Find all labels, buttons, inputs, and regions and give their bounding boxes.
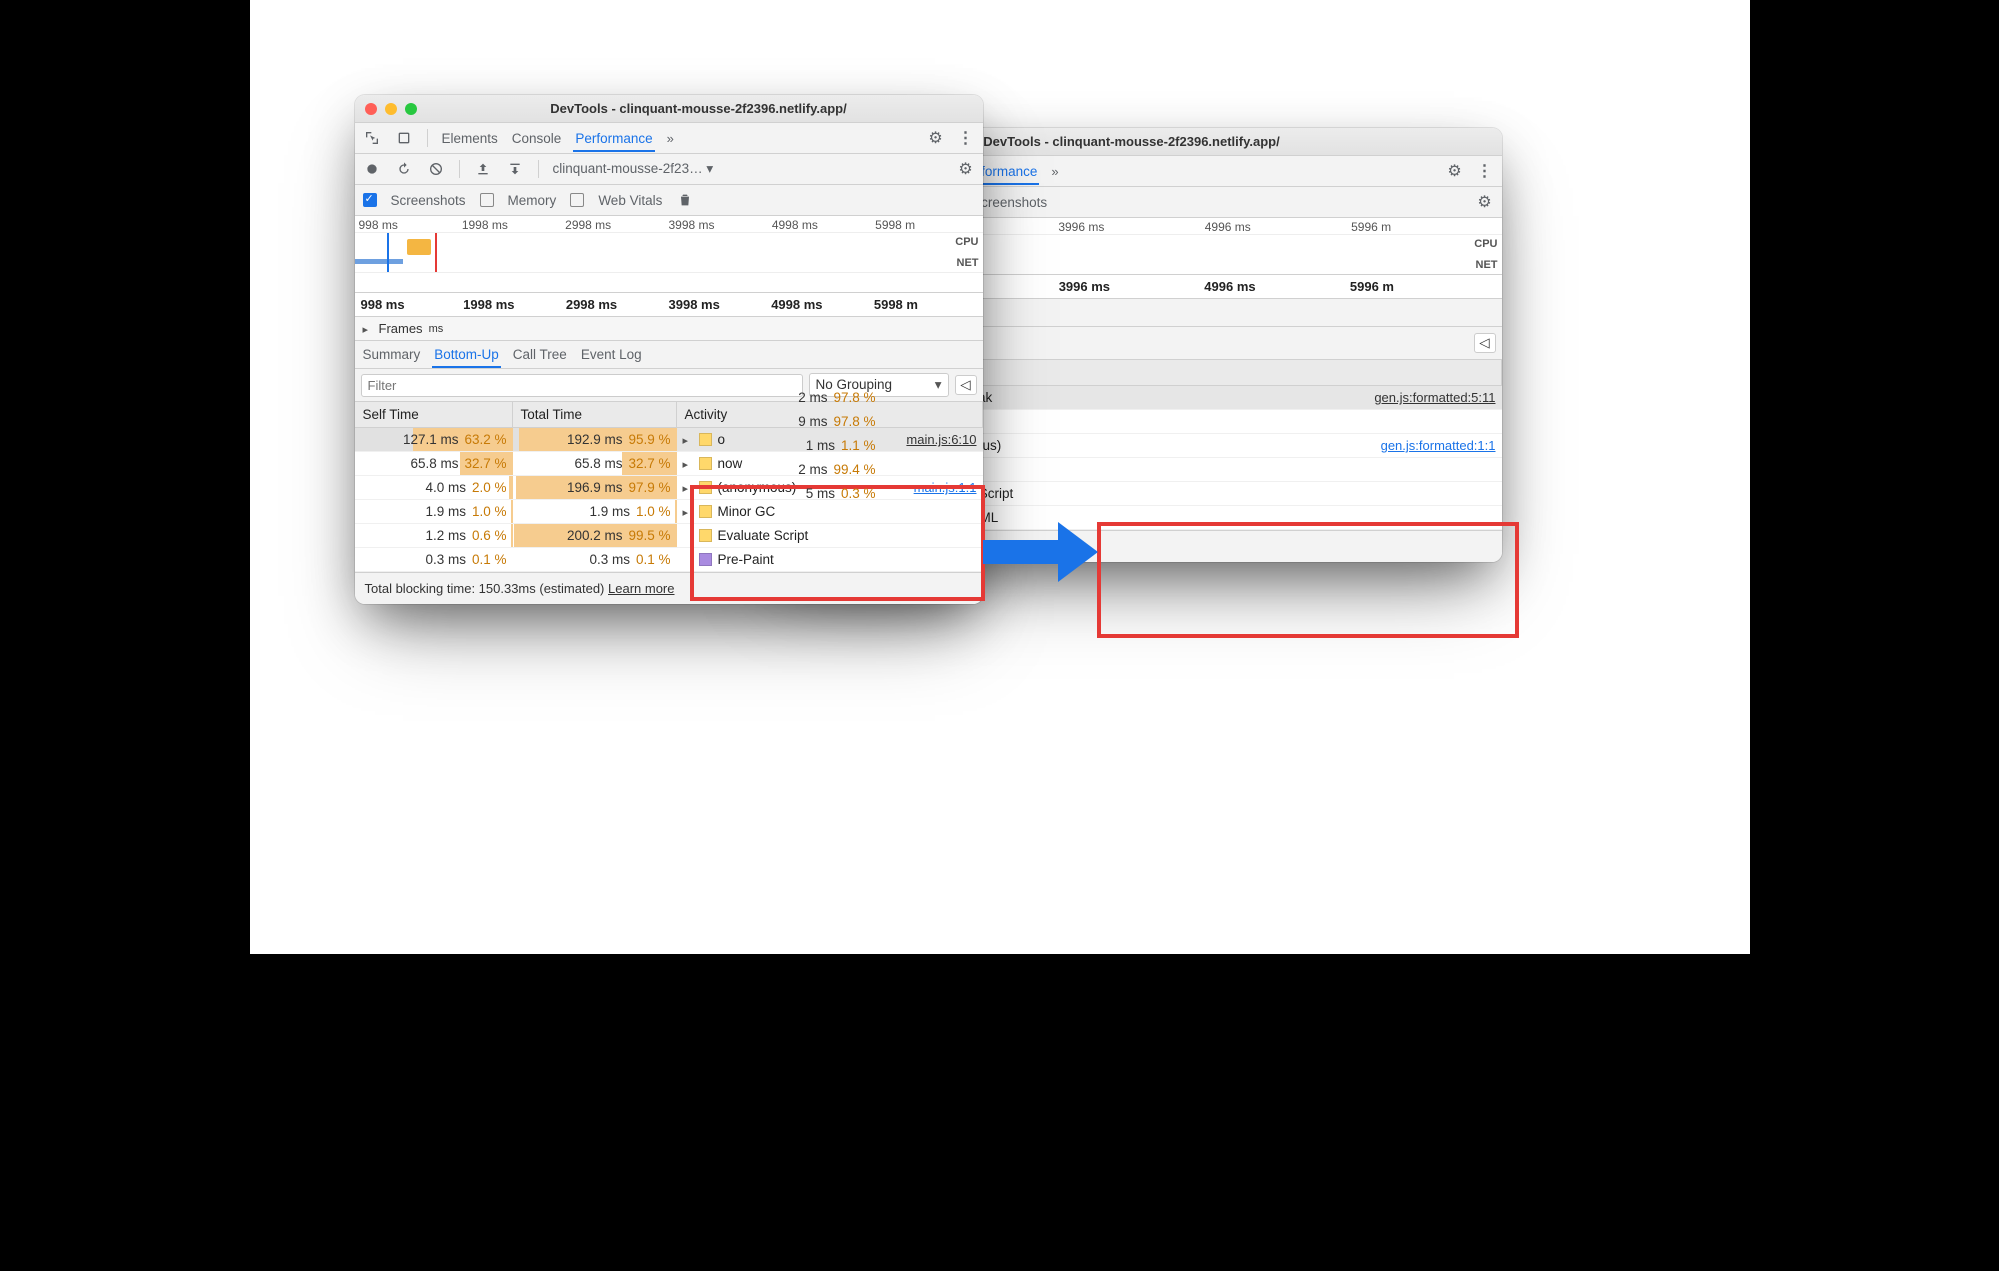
activity-name: Pre-Paint [718,552,774,567]
memory-label: Memory [508,193,557,208]
load-profile-icon[interactable] [474,160,492,178]
ruler-tick: 1998 ms [463,297,566,312]
activity-swatch-icon [699,433,712,446]
devtools-window-a: DevTools - clinquant-mousse-2f2396.netli… [355,95,983,604]
col-totaltime[interactable]: Total Time [513,402,677,427]
tick: 2998 ms [565,218,668,232]
clear-icon[interactable] [427,160,445,178]
tick: 4998 ms [772,218,875,232]
tabs-overflow-icon[interactable] [667,131,674,146]
subtab-summary[interactable]: Summary [363,347,421,362]
save-profile-icon[interactable] [506,160,524,178]
activity-swatch-icon [699,457,712,470]
screenshots-label: Screenshots [391,193,466,208]
table-row[interactable]: 0.3 ms0.1 %0.3 ms0.1 %Pre-Paint [355,548,983,572]
settings-icon[interactable] [927,129,945,147]
tick: 5998 m [875,218,978,232]
record-icon[interactable] [363,160,381,178]
tab-console[interactable]: Console [512,131,562,146]
perf-settings-icon[interactable] [1476,193,1494,211]
frames-ms: ms [429,323,444,335]
tick: 1998 ms [462,218,565,232]
learn-more-link[interactable]: Learn more [1015,539,1081,554]
ruler-tick: 998 ms [361,297,464,312]
url-select[interactable]: clinquant-mousse-2f23… ▾ [553,161,714,177]
tick: 3996 ms [1058,220,1204,234]
net-label: NET [957,257,979,269]
device-mode-icon[interactable] [395,129,413,147]
source-link[interactable]: main.js:1:1 [914,480,977,495]
ruler-tick: 2998 ms [566,297,669,312]
activity-name: Minor GC [718,504,776,519]
window-title: DevTools - clinquant-mousse-2f2396.netli… [425,101,973,116]
ruler-tick: 3996 ms [1059,279,1205,294]
maximize-icon[interactable] [405,103,417,115]
settings-icon[interactable] [1446,162,1464,180]
close-icon[interactable] [365,103,377,115]
ruler-tick: 4996 ms [1204,279,1350,294]
activity-name: (anonymous) [718,480,797,495]
activity-swatch-icon [699,553,712,566]
webvitals-label: Web Vitals [598,193,662,208]
cpu-label: CPU [955,236,978,248]
trash-icon[interactable] [676,191,694,209]
table-row[interactable]: 1.2 ms0.6 %200.2 ms99.5 %Evaluate Script [355,524,983,548]
activity-swatch-icon [699,481,712,494]
perf-settings-icon[interactable] [957,160,975,178]
blocking-time: Total blocking time: 150.33ms (estimated… [365,581,605,596]
ruler-tick: 4998 ms [771,297,874,312]
screenshots-checkbox[interactable] [363,193,377,207]
subtab-bottomup[interactable]: Bottom-Up [434,347,499,362]
tab-performance[interactable]: Performance [575,131,652,146]
frames-disclose-icon[interactable] [363,321,373,336]
activity-name: now [718,456,743,471]
disclose-icon[interactable] [683,480,693,495]
details-toggle-icon[interactable]: ◁ [955,375,977,395]
details-toggle-icon[interactable]: ◁ [1474,333,1496,353]
activity-swatch-icon [699,529,712,542]
minimize-icon[interactable] [385,103,397,115]
tick: 998 ms [359,218,462,232]
reload-icon[interactable] [395,160,413,178]
source-link[interactable]: gen.js:formatted:5:11 [1374,390,1495,405]
learn-more-link[interactable]: Learn more [608,581,674,596]
frames-label: Frames [379,321,423,336]
net-label: NET [1476,259,1498,271]
activity-swatch-icon [699,505,712,518]
disclose-icon[interactable] [683,456,693,471]
inspect-element-icon[interactable] [363,129,381,147]
tab-elements[interactable]: Elements [442,131,498,146]
disclose-icon[interactable] [683,504,693,519]
activity-name: o [718,432,726,447]
kebab-menu-icon[interactable] [957,129,975,147]
disclose-icon[interactable] [683,432,693,447]
screenshots-label: Screenshots [972,195,1047,210]
subtab-calltree[interactable]: Call Tree [513,347,567,362]
tabs-overflow-icon[interactable] [1051,164,1058,179]
activity-name: Evaluate Script [718,528,809,543]
column-headers: Self Time Total Time Activity [355,402,983,428]
ruler-tick: 3998 ms [669,297,772,312]
ruler-tick: 5998 m [874,297,977,312]
cpu-label: CPU [1474,238,1497,250]
tick: 3998 ms [668,218,771,232]
table-row[interactable]: 127.1 ms63.2 %192.9 ms95.9 %omain.js:6:1… [355,428,983,452]
kebab-menu-icon[interactable] [1476,162,1494,180]
filter-input[interactable] [361,374,803,397]
table-row[interactable]: 4.0 ms2.0 %196.9 ms97.9 %(anonymous)main… [355,476,983,500]
subtab-eventlog[interactable]: Event Log [581,347,642,362]
webvitals-checkbox[interactable] [570,193,584,207]
source-link[interactable]: main.js:6:10 [906,432,976,447]
memory-checkbox[interactable] [480,193,494,207]
col-selftime[interactable]: Self Time [355,402,513,427]
source-link[interactable]: gen.js:formatted:1:1 [1381,438,1496,453]
table-row[interactable]: 65.8 ms32.7 %65.8 ms32.7 %now [355,452,983,476]
tick: 4996 ms [1205,220,1351,234]
tick: 5996 m [1351,220,1497,234]
ruler-tick: 5996 m [1350,279,1496,294]
table-row[interactable]: 1.9 ms1.0 %1.9 ms1.0 %Minor GC [355,500,983,524]
